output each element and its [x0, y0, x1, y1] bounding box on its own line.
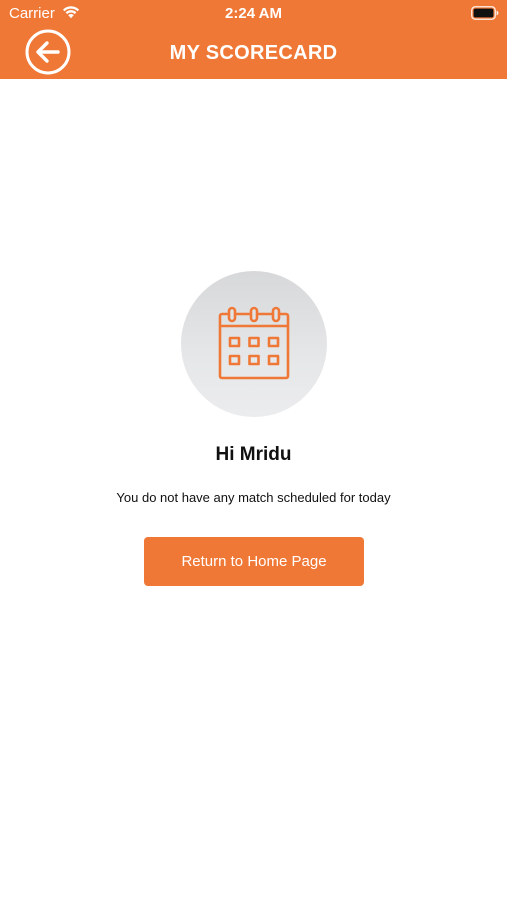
no-match-message: You do not have any match scheduled for … — [116, 490, 391, 505]
empty-state: Hi Mridu You do not have any match sched… — [0, 79, 507, 900]
return-home-button[interactable]: Return to Home Page — [144, 537, 364, 586]
calendar-badge — [181, 271, 327, 417]
calendar-icon — [218, 306, 290, 380]
nav-bar: MY SCORECARD — [0, 28, 507, 79]
page-title: MY SCORECARD — [169, 42, 338, 64]
app-header: Carrier 2:24 AM MY SCORECARD — [0, 0, 507, 79]
greeting-text: Hi Mridu — [215, 444, 292, 465]
status-time: 2:24 AM — [225, 5, 282, 22]
battery-icon — [471, 6, 499, 20]
scorecard-screen: Carrier 2:24 AM MY SCORECARD Hi Mridu Yo… — [0, 0, 507, 900]
status-bar: Carrier 2:24 AM — [0, 0, 507, 28]
